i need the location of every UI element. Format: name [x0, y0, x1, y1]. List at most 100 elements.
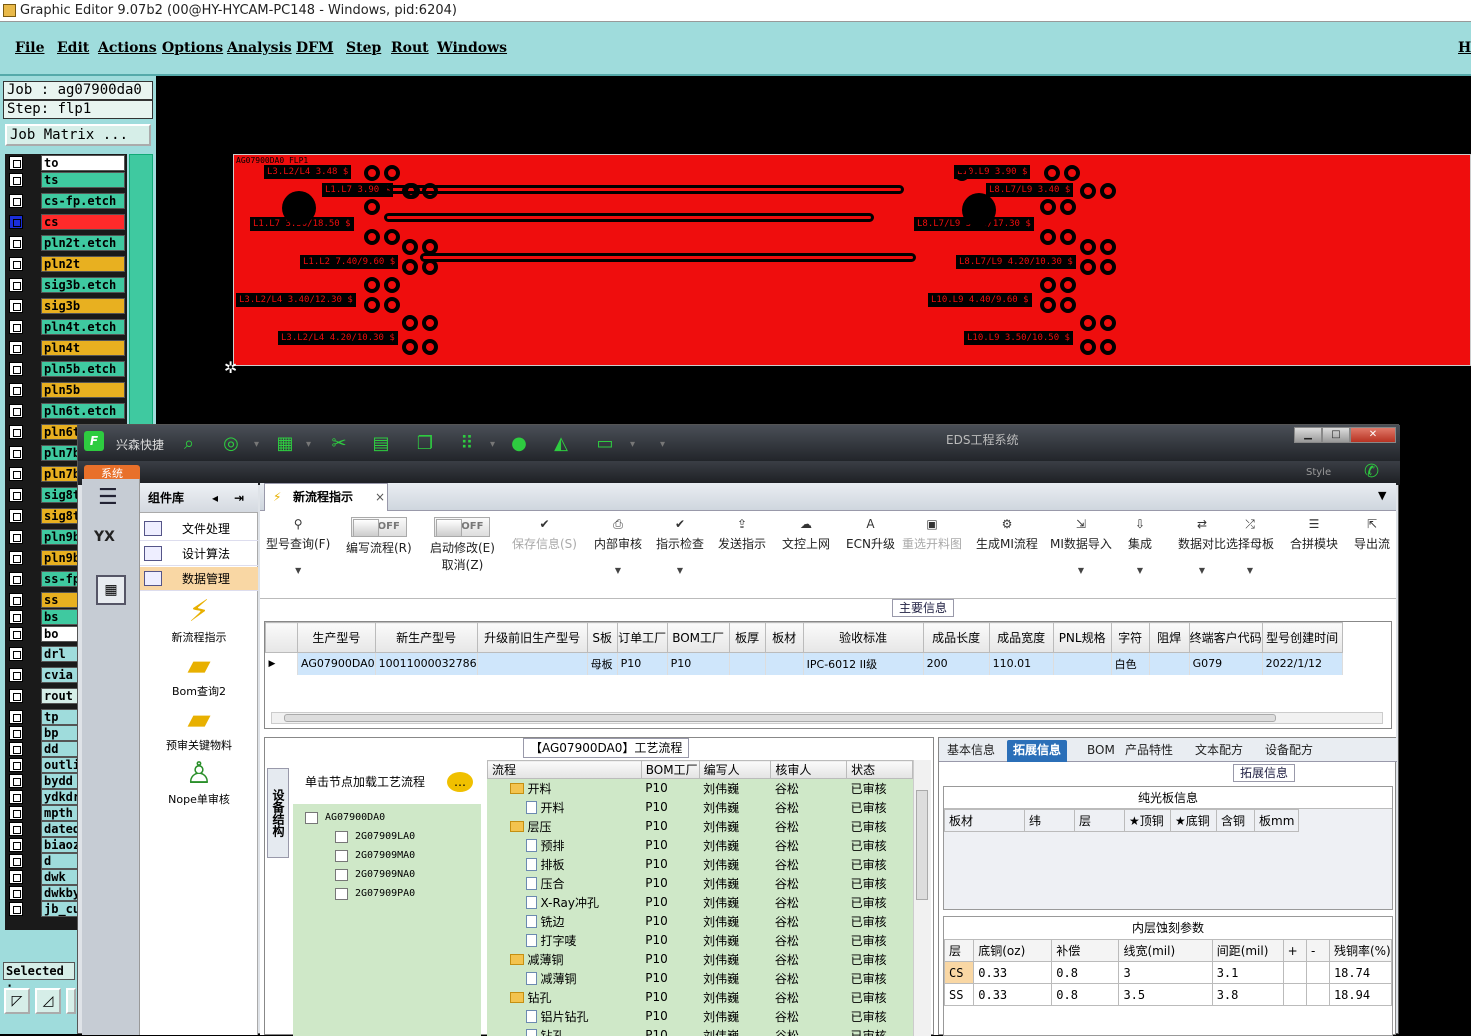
layer-name[interactable]: pln4t	[41, 340, 125, 356]
layer-checkbox[interactable]	[9, 383, 23, 397]
main-col-header[interactable]: 订单工厂	[617, 623, 667, 653]
layer-checkbox[interactable]	[9, 404, 23, 418]
layer-checkbox[interactable]	[9, 299, 23, 313]
scrollbar-thumb[interactable]	[284, 714, 1276, 722]
main-col-header[interactable]: 升级前旧生产型号	[477, 623, 587, 653]
toolbar-button-11[interactable]: ⇲MI数据导入▼	[1050, 517, 1112, 575]
copy-icon[interactable]: ❐	[414, 433, 436, 455]
tab-new-flow[interactable]: ⚡ 新流程指示 ×	[264, 483, 388, 511]
layer-checkbox[interactable]	[9, 215, 23, 229]
scissors-icon[interactable]: ✂	[328, 433, 350, 455]
inner-cell[interactable]: 0.8	[1052, 962, 1119, 984]
flow-row[interactable]: 钻孔P10刘伟巍谷松已审核	[488, 1026, 913, 1036]
main-cell[interactable]: 200	[923, 653, 989, 675]
toolbar-button-12[interactable]: ⇩集成▼	[1128, 517, 1152, 575]
layer-checkbox[interactable]	[9, 446, 23, 460]
horizontal-scrollbar[interactable]	[271, 712, 1383, 724]
flow-row[interactable]: 减薄铜P10刘伟巍谷松已审核	[488, 969, 913, 988]
monitor-icon[interactable]: ▭	[594, 433, 616, 455]
equipment-structure-tab[interactable]: 设备结构	[267, 768, 289, 858]
maximize-button[interactable]: □	[1322, 427, 1350, 443]
main-cell[interactable]: 母板	[587, 653, 617, 675]
toggle-switch[interactable]: OFF	[434, 517, 490, 537]
apps-icon[interactable]: ⠿	[456, 433, 478, 455]
main-col-header[interactable]: 终端客户代码	[1189, 623, 1262, 653]
film-icon[interactable]: ▤	[370, 433, 392, 455]
layer-row[interactable]: pln4t.etch	[7, 318, 127, 336]
grid-icon[interactable]: ▦	[274, 433, 296, 455]
flow-row[interactable]: 预排P10刘伟巍谷松已审核	[488, 836, 913, 855]
menu-rout[interactable]: Rout	[391, 40, 429, 56]
layer-name[interactable]: pln2t	[41, 256, 125, 272]
layer-row[interactable]: pln5b.etch	[7, 360, 127, 378]
minimize-button[interactable]: ▁	[1294, 427, 1322, 443]
toolbar-button-6[interactable]: ⇪发送指示	[718, 517, 766, 552]
layer-checkbox[interactable]	[9, 886, 23, 900]
layer-checkbox[interactable]	[9, 194, 23, 208]
inner-cell[interactable]: 3.1	[1212, 962, 1283, 984]
chevron-down-icon[interactable]: ▼	[1128, 566, 1152, 575]
close-button[interactable]: ✕	[1350, 427, 1396, 443]
flow-row[interactable]: 层压P10刘伟巍谷松已审核	[488, 817, 913, 836]
chevron-down-icon[interactable]: ▼	[656, 566, 704, 575]
main-cell[interactable]: 2022/1/12	[1262, 653, 1342, 675]
user-icon[interactable]: ●	[508, 433, 530, 455]
main-col-header[interactable]: 成品宽度	[989, 623, 1053, 653]
layer-checkbox[interactable]	[9, 689, 23, 703]
main-cell[interactable]: G079	[1189, 653, 1262, 675]
layer-checkbox[interactable]	[9, 758, 23, 772]
layer-checkbox[interactable]	[9, 341, 23, 355]
chevron-down-icon[interactable]: ▼	[266, 566, 330, 575]
new-flow-instruction-item[interactable]: ⚡新流程指示	[140, 595, 258, 645]
inner-cell[interactable]	[1306, 984, 1329, 1006]
inner-row[interactable]: SS0.330.83.53.818.94	[945, 984, 1392, 1006]
layer-checkbox[interactable]	[9, 257, 23, 271]
flow-row[interactable]: 铣边P10刘伟巍谷松已审核	[488, 912, 913, 931]
main-col-header[interactable]: 生产型号	[298, 623, 376, 653]
tree-child[interactable]: 2G07909PA0	[333, 886, 415, 902]
pin-icon[interactable]: ⇥	[234, 483, 244, 513]
inner-cell[interactable]: 18.74	[1329, 962, 1391, 984]
layer-checkbox[interactable]	[9, 854, 23, 868]
main-cell[interactable]	[477, 653, 587, 675]
inner-cell[interactable]: CS	[945, 962, 974, 984]
toolbar-button-15[interactable]: ☰合拼模块	[1290, 517, 1338, 552]
layer-checkbox[interactable]	[9, 668, 23, 682]
layer-name[interactable]: pln4t.etch	[41, 319, 125, 335]
layer-name[interactable]: cs	[41, 214, 125, 230]
inner-cell[interactable]	[1283, 984, 1306, 1006]
main-col-header[interactable]: BOM工厂	[667, 623, 729, 653]
main-col-header[interactable]: 字符	[1111, 623, 1149, 653]
main-cell[interactable]	[765, 653, 803, 675]
layer-checkbox[interactable]	[9, 488, 23, 502]
detail-tab[interactable]: 产品特性	[1119, 740, 1179, 762]
flow-row[interactable]: 开料P10刘伟巍谷松已审核	[488, 779, 913, 798]
main-cell[interactable]: P10	[617, 653, 667, 675]
main-col-header[interactable]: 板厚	[729, 623, 765, 653]
job-matrix-button[interactable]: Job Matrix ...	[5, 124, 151, 146]
main-cell[interactable]	[1149, 653, 1189, 675]
chevron-down-icon[interactable]: ▼	[594, 566, 642, 575]
detail-tab[interactable]: 基本信息	[941, 740, 1001, 762]
toolbar-button-13[interactable]: ⇄数据对比▼	[1178, 517, 1226, 575]
layer-name[interactable]: pln6t.etch	[41, 403, 125, 419]
layer-checkbox[interactable]	[9, 610, 23, 624]
flow-row[interactable]: 钻孔P10刘伟巍谷松已审核	[488, 988, 913, 1007]
toolbar-button-1[interactable]: OFF编写流程(R)	[346, 517, 412, 556]
layer-row[interactable]: pln5b	[7, 381, 127, 399]
layer-name[interactable]: ts	[41, 172, 125, 188]
layer-checkbox[interactable]	[9, 742, 23, 756]
zoom-fit-icon[interactable]: ◸	[4, 988, 30, 1014]
lib-item-design-algorithm[interactable]: 设计算法	[140, 542, 258, 566]
layer-checkbox[interactable]	[9, 173, 23, 187]
toolbar-button-14[interactable]: ⤮选择母板▼	[1226, 517, 1274, 575]
menu-step[interactable]: Step	[346, 40, 381, 56]
tree-root[interactable]: AG07900DA0	[303, 810, 385, 826]
style-label[interactable]: Style	[1306, 467, 1331, 478]
main-cell[interactable]	[729, 653, 765, 675]
flow-col-header[interactable]: 流程	[488, 761, 642, 779]
main-cell[interactable]: 10011000032786	[375, 653, 477, 675]
menu-dfm[interactable]: DFM	[296, 40, 334, 56]
tree-child[interactable]: 2G07909LA0	[333, 829, 415, 845]
inner-cell[interactable]: 3.8	[1212, 984, 1283, 1006]
